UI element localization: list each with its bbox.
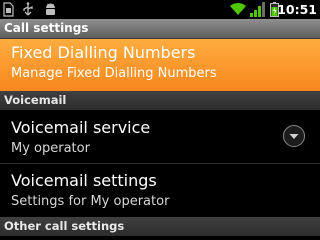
status-bar: 10:51	[0, 0, 320, 19]
fixed-dialling-numbers-item[interactable]: Fixed Dialling Numbers Manage Fixed Dial…	[0, 39, 320, 91]
wifi-icon	[230, 2, 246, 16]
android-debug-icon	[46, 3, 55, 15]
other-call-settings-label: Other call settings	[4, 219, 125, 233]
voicemail-settings-title: Voicemail settings	[11, 171, 157, 190]
fdn-subtitle: Manage Fixed Dialling Numbers	[11, 66, 217, 81]
signal-icon	[250, 2, 265, 17]
page-title: Call settings	[4, 21, 89, 35]
voicemail-section-header: Voicemail	[0, 91, 320, 110]
sim-card-icon	[3, 2, 14, 17]
title-bar: Call settings	[0, 19, 320, 39]
voicemail-service-dropdown[interactable]	[283, 125, 305, 147]
other-call-settings-header: Other call settings	[0, 217, 320, 236]
voicemail-service-subtitle: My operator	[11, 141, 90, 156]
fdn-title: Fixed Dialling Numbers	[11, 43, 196, 62]
usb-icon	[23, 2, 33, 16]
voicemail-settings-subtitle: Settings for My operator	[11, 194, 170, 209]
voicemail-service-item[interactable]: Voicemail service My operator	[0, 111, 320, 163]
chevron-down-icon	[289, 134, 299, 139]
clock-time: 10:51	[277, 2, 317, 17]
voicemail-settings-item[interactable]: Voicemail settings Settings for My opera…	[0, 164, 320, 216]
voicemail-service-title: Voicemail service	[11, 118, 151, 137]
voicemail-header-label: Voicemail	[4, 93, 67, 107]
